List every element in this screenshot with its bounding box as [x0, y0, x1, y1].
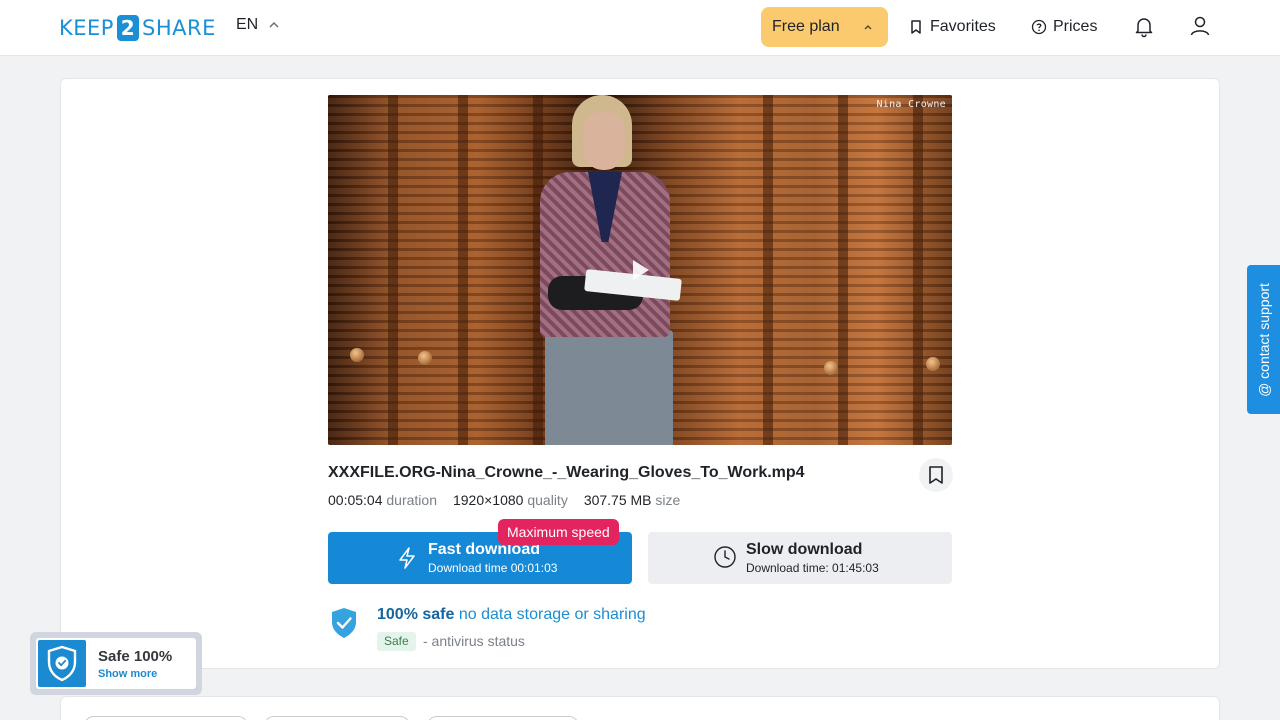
shield-check-icon	[47, 645, 77, 682]
chevron-up-icon	[269, 21, 279, 28]
duration-value: 00:05:04	[328, 492, 383, 508]
duration-info: 00:05:04 duration	[328, 492, 437, 508]
bookmark-icon	[911, 20, 921, 34]
user-icon[interactable]	[1188, 14, 1212, 38]
contact-support-label: @ contact support	[1255, 282, 1272, 397]
safe-badge-widget[interactable]: Safe 100% Show more	[30, 632, 202, 695]
door-stile	[913, 95, 923, 445]
free-plan-button[interactable]: Free plan	[761, 7, 888, 47]
slow-download-button[interactable]: Slow download Download time: 01:45:03	[648, 532, 952, 584]
clock-icon	[714, 546, 736, 568]
safe-status-badge: Safe	[377, 632, 416, 651]
door-stile	[458, 95, 468, 445]
quality-info: 1920×1080 quality	[453, 492, 568, 508]
fast-download-time: Download time 00:01:03	[428, 561, 558, 575]
tab-pill[interactable]	[264, 716, 410, 720]
door-knob	[418, 351, 432, 365]
favorites-link[interactable]: Favorites	[908, 16, 996, 38]
size-label: size	[655, 492, 681, 508]
add-favorite-button[interactable]	[919, 458, 953, 492]
safe-headline-rest: no data storage or sharing	[454, 606, 646, 623]
favorites-label: Favorites	[930, 18, 996, 35]
free-plan-label: Free plan	[772, 18, 840, 35]
keep2share-logo[interactable]: KEEP 2 SHARE	[59, 14, 216, 42]
slow-download-title: Slow download	[746, 541, 863, 558]
logo-text-right: SHARE	[141, 16, 216, 40]
bell-icon[interactable]	[1132, 14, 1156, 38]
shield-check-icon	[332, 608, 356, 638]
tab-pill[interactable]	[427, 716, 579, 720]
size-value: 307.75 MB	[583, 492, 652, 508]
contact-support-tab[interactable]: @ contact support	[1247, 265, 1280, 414]
max-speed-badge: Maximum speed	[498, 519, 619, 545]
bookmark-icon	[929, 466, 943, 484]
file-name: XXXFILE.ORG-Nina_Crowne_-_Wearing_Gloves…	[328, 464, 805, 481]
slow-download-time: Download time: 01:45:03	[746, 561, 879, 575]
antivirus-status-label: - antivirus status	[423, 633, 525, 649]
language-label: EN	[236, 16, 259, 33]
door-stile	[388, 95, 398, 445]
top-header: KEEP 2 SHARE EN Free plan Favorites Pric…	[0, 0, 1280, 56]
lightning-icon	[399, 547, 415, 569]
door-stile	[838, 95, 848, 445]
question-circle-icon	[1031, 19, 1047, 35]
prices-link[interactable]: Prices	[1031, 16, 1097, 38]
door-knob	[824, 361, 838, 375]
duration-label: duration	[386, 492, 437, 508]
quality-value: 1920×1080	[452, 492, 524, 508]
door-knob	[350, 348, 364, 362]
size-info: 307.75 MB size	[584, 492, 681, 508]
door-knob	[926, 357, 940, 371]
quality-label: quality	[527, 492, 568, 508]
prices-label: Prices	[1053, 18, 1098, 35]
widget-title: Safe 100%	[98, 648, 173, 665]
language-selector[interactable]: EN	[236, 16, 282, 34]
video-watermark: Nina Crowne	[876, 99, 946, 110]
play-icon[interactable]	[633, 260, 649, 280]
logo-text-left: KEEP	[59, 16, 114, 40]
door-stile	[763, 95, 773, 445]
safe-headline: 100% safe no data storage or sharing	[377, 606, 646, 624]
person-skirt	[545, 330, 673, 445]
safe-badge-inner: Safe 100% Show more	[36, 638, 196, 689]
person-face	[583, 112, 625, 170]
chevron-up-icon	[864, 24, 872, 30]
logo-number: 2	[116, 15, 139, 41]
show-more-link[interactable]: Show more	[98, 668, 157, 680]
safe-headline-bold: 100% safe	[377, 606, 455, 623]
tab-pill[interactable]	[84, 716, 248, 720]
widget-shield-container	[38, 640, 86, 687]
file-meta: 00:05:04 duration 1920×1080 quality 307.…	[328, 492, 680, 508]
